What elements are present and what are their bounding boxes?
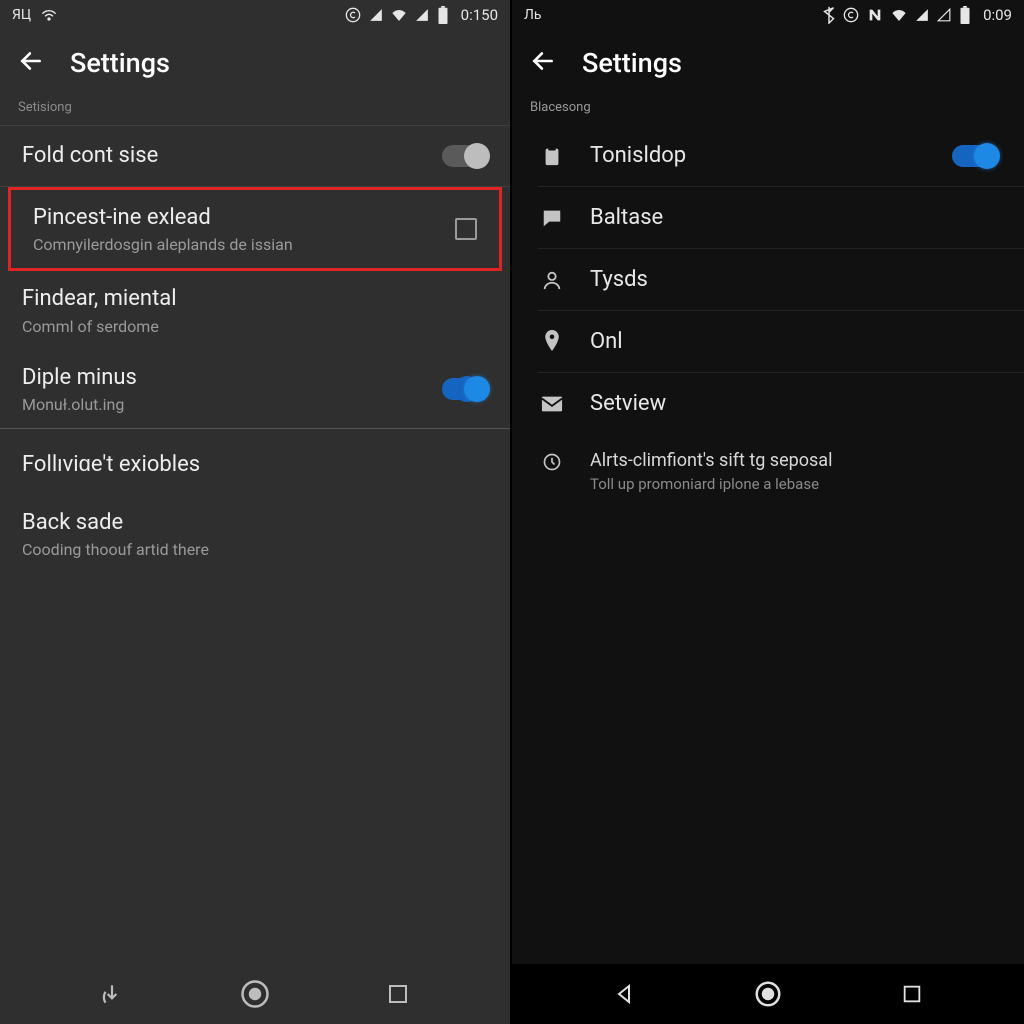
nav-home-button[interactable] bbox=[233, 972, 277, 1016]
circle-c-icon bbox=[345, 7, 361, 23]
signal-b-icon bbox=[937, 8, 951, 22]
back-icon[interactable] bbox=[530, 48, 556, 78]
nfc-icon bbox=[867, 7, 883, 23]
nav-recent-button[interactable] bbox=[376, 972, 420, 1016]
signal-b-icon bbox=[415, 8, 429, 22]
row-title: Pincest-ine exlead bbox=[33, 204, 477, 232]
settings-row-tonisldop[interactable]: Tonisldop bbox=[512, 125, 1024, 186]
page-title: Settings bbox=[582, 47, 682, 79]
signal-a-icon bbox=[915, 8, 929, 22]
nav-back-button[interactable] bbox=[602, 972, 646, 1016]
toggle-on[interactable] bbox=[952, 145, 998, 167]
row-subtitle: Monuł.olut.ing bbox=[22, 395, 488, 414]
row-title: Setview bbox=[590, 391, 666, 416]
status-bar: ЯЦ 0:150 bbox=[0, 0, 510, 30]
mail-icon bbox=[538, 395, 566, 413]
highlighted-row: Pincest-ine exlead Comnyilerdosgin alepl… bbox=[8, 187, 502, 272]
toggle-on[interactable] bbox=[442, 378, 488, 400]
status-clock: 0:09 bbox=[983, 6, 1012, 24]
settings-row-fold-cont[interactable]: Fold cont sise bbox=[0, 126, 510, 186]
status-carrier: ЯЦ bbox=[12, 7, 31, 23]
row-title: Tysds bbox=[590, 267, 648, 292]
row-title: Baltase bbox=[590, 205, 663, 230]
app-bar: Settings bbox=[512, 30, 1024, 96]
settings-row-onl[interactable]: Onl bbox=[512, 311, 1024, 372]
section-label: Setisiong bbox=[0, 96, 510, 125]
row-title: Fold cont sise bbox=[22, 142, 488, 170]
battery-icon bbox=[959, 6, 971, 24]
status-carrier: Ль bbox=[524, 7, 542, 23]
person-icon bbox=[538, 269, 566, 291]
signal-a-icon bbox=[369, 8, 383, 22]
settings-row-alrts[interactable]: Alrts-climfiont's sift tg seposal Toll u… bbox=[512, 434, 1024, 509]
clipboard-icon bbox=[538, 145, 566, 167]
wifi-small-icon bbox=[891, 9, 907, 21]
status-bar: Ль 0:09 bbox=[512, 0, 1024, 30]
bluetooth-icon bbox=[823, 6, 835, 24]
settings-row-back-sade[interactable]: Back sade Cooding thoouf artid there bbox=[0, 495, 510, 574]
row-title: Onl bbox=[590, 329, 623, 354]
settings-row-baltase[interactable]: Baltase bbox=[512, 187, 1024, 248]
settings-row-diple[interactable]: Diple minus Monuł.olut.ing bbox=[0, 350, 510, 429]
settings-row-setview[interactable]: Setview bbox=[512, 373, 1024, 434]
settings-row-tysds[interactable]: Tysds bbox=[512, 249, 1024, 310]
settings-row-findear[interactable]: Findear, miental Comml of serdome bbox=[0, 271, 510, 350]
screen-left: ЯЦ 0:150 Settings Setisiong Fold c bbox=[0, 0, 512, 1024]
nav-bar bbox=[0, 964, 510, 1024]
row-subtitle: Toll up promoniard iplone a lebase bbox=[590, 475, 832, 493]
row-title: Follıviɑe't exiobles bbox=[22, 451, 488, 479]
wifi-small-icon bbox=[391, 9, 407, 21]
nav-recent-button[interactable] bbox=[890, 972, 934, 1016]
screen-right: Ль 0:09 Settings Blacesong bbox=[512, 0, 1024, 1024]
toggle-off[interactable] bbox=[442, 145, 488, 167]
status-clock: 0:150 bbox=[461, 6, 498, 24]
back-icon[interactable] bbox=[18, 48, 44, 78]
pin-icon bbox=[538, 330, 566, 354]
clock-icon bbox=[538, 452, 566, 472]
checkbox[interactable] bbox=[455, 218, 477, 240]
page-title: Settings bbox=[70, 47, 170, 79]
row-subtitle: Comml of serdome bbox=[22, 317, 488, 336]
row-title: Back sade bbox=[22, 509, 488, 537]
wifi-icon bbox=[41, 8, 57, 22]
row-title: Alrts-climfiont's sift tg seposal bbox=[590, 450, 832, 471]
row-subtitle: Comnyilerdosgin aleplands de issian bbox=[33, 235, 477, 254]
nav-home-button[interactable] bbox=[746, 972, 790, 1016]
nav-bar bbox=[512, 964, 1024, 1024]
circle-c-icon bbox=[843, 7, 859, 23]
section-label: Blacesong bbox=[512, 96, 1024, 125]
row-subtitle: Cooding thoouf artid there bbox=[22, 540, 488, 559]
row-title: Diple minus bbox=[22, 364, 488, 392]
row-title: Findear, miental bbox=[22, 285, 488, 313]
row-title: Tonisldop bbox=[590, 143, 686, 168]
nav-back-button[interactable] bbox=[90, 972, 134, 1016]
app-bar: Settings bbox=[0, 30, 510, 96]
settings-row-pincest[interactable]: Pincest-ine exlead Comnyilerdosgin alepl… bbox=[11, 190, 499, 269]
chat-icon bbox=[538, 207, 566, 229]
settings-row-follivae[interactable]: Follıviɑe't exiobles bbox=[0, 429, 510, 495]
battery-icon bbox=[437, 6, 449, 24]
